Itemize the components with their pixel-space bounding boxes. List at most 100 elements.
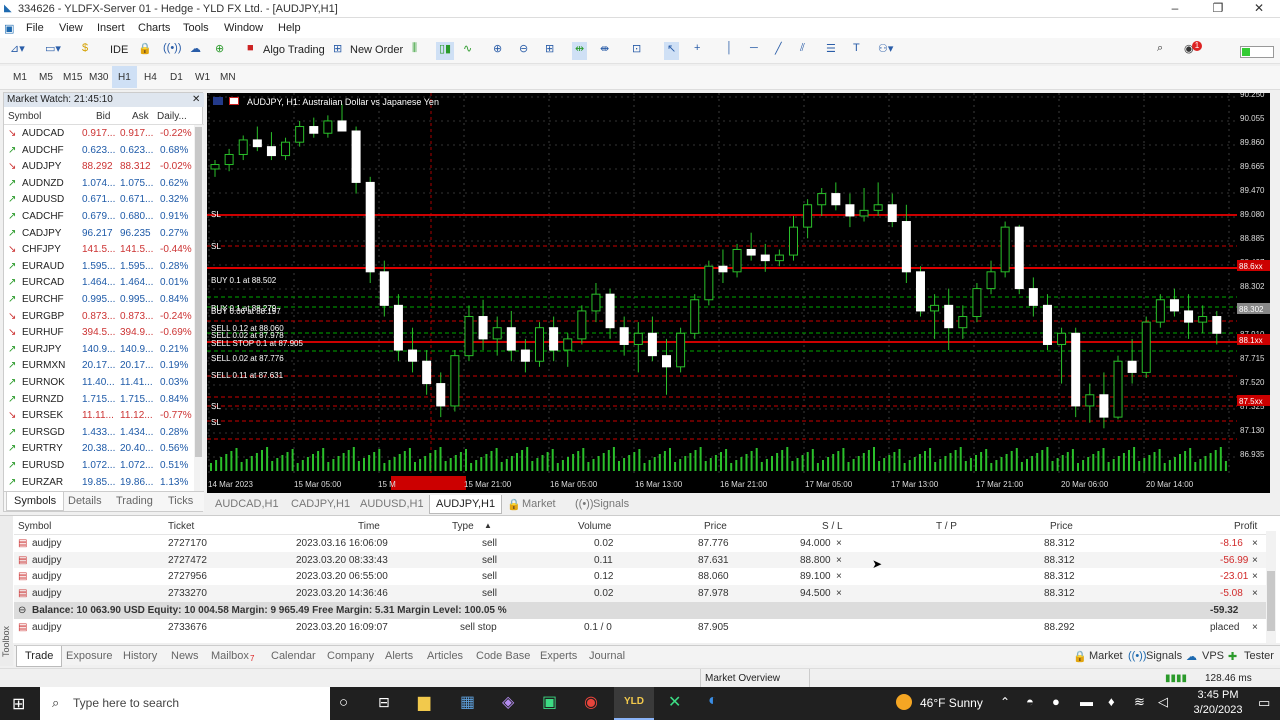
menu-insert[interactable]: Insert: [97, 22, 125, 34]
order-cancel-icon[interactable]: ×: [1252, 622, 1258, 633]
col-ask[interactable]: Ask: [132, 111, 149, 122]
tf-d1[interactable]: D1: [170, 72, 183, 83]
tab-ticks[interactable]: Ticks: [168, 495, 193, 507]
tf-m5[interactable]: M5: [39, 72, 53, 83]
task-view-icon[interactable]: ⊟: [378, 694, 390, 711]
th-profit[interactable]: Profit: [1234, 521, 1257, 532]
zoom-in-icon[interactable]: ⊕: [493, 42, 502, 60]
taskbar-search[interactable]: ⌕ Type here to search: [40, 687, 330, 720]
market-watch-row[interactable]: ↗ EURJPY 140.9... 140.9... 0.21%: [4, 342, 194, 359]
line-chart-icon[interactable]: ∿: [463, 42, 472, 60]
volume-icon[interactable]: ◁: [1158, 694, 1168, 710]
position-row[interactable]: ▤ audjpy 2727472 2023.03.20 08:33:43 sell 0.1…: [14, 551, 1266, 569]
tab-mailbox[interactable]: Mailbox: [211, 650, 249, 662]
pos-sl[interactable]: 88.800: [800, 555, 831, 566]
market-watch-row[interactable]: ↘ AUDCAD 0.917... 0.917... -0.22%: [4, 126, 194, 143]
app-icon-green[interactable]: ▣: [542, 692, 557, 712]
tf-m15[interactable]: M15: [63, 72, 82, 83]
menu-file[interactable]: File: [26, 22, 44, 34]
tab-alerts[interactable]: Alerts: [385, 650, 413, 662]
market-watch-row[interactable]: ↗ EURTRY 20.38... 20.40... 0.56%: [4, 441, 194, 458]
chart-tab-audjpy[interactable]: AUDJPY,H1: [429, 495, 503, 514]
th-symbol[interactable]: Symbol: [18, 521, 51, 532]
notification-center-icon[interactable]: ▭: [1258, 695, 1270, 711]
text-icon[interactable]: T: [853, 42, 860, 60]
market-watch-row[interactable]: ↗ EURZAR 19.85... 19.86... 1.13%: [4, 475, 194, 492]
col-symbol[interactable]: Symbol: [8, 111, 41, 122]
pos-sl[interactable]: 94.500: [800, 588, 831, 599]
chrome-icon[interactable]: ◉: [584, 692, 598, 712]
notes-app-icon[interactable]: ◈: [502, 692, 514, 712]
tab-news[interactable]: News: [171, 650, 199, 662]
grid-icon[interactable]: ⊞: [545, 42, 554, 60]
col-bid[interactable]: Bid: [96, 111, 110, 122]
position-row[interactable]: ▤ audjpy 2733270 2023.03.20 14:36:46 sell 0.0…: [14, 585, 1266, 602]
clock-time[interactable]: 3:45 PM: [1190, 689, 1246, 701]
market-overview[interactable]: Market Overview: [700, 669, 810, 688]
restore-button[interactable]: ❐: [1203, 1, 1233, 15]
tf-h4[interactable]: H4: [144, 72, 157, 83]
cloud-icon[interactable]: ☁: [190, 42, 201, 60]
tf-h1[interactable]: H1: [112, 66, 137, 88]
market-watch-row[interactable]: ↗ EURCHF 0.995... 0.995... 0.84%: [4, 292, 194, 309]
market-watch-row[interactable]: ↗ EURAUD 1.595... 1.595... 0.28%: [4, 259, 194, 276]
pos-sl[interactable]: 94.000: [800, 538, 831, 549]
market-watch-row[interactable]: ↘ CHFJPY 141.5... 141.5... -0.44%: [4, 242, 194, 259]
tray-drive-icon[interactable]: ▬: [1080, 694, 1093, 709]
tf-w1[interactable]: W1: [195, 72, 210, 83]
market-watch-row[interactable]: ↘ AUDJPY 88.292 88.312 -0.02%: [4, 159, 194, 176]
fibonacci-icon[interactable]: ☰: [826, 42, 836, 60]
menu-window[interactable]: Window: [224, 22, 263, 34]
app-icon-x[interactable]: ✕: [668, 692, 681, 712]
market-watch-row[interactable]: ↗ CADCHF 0.679... 0.680... 0.91%: [4, 209, 194, 226]
market-watch-row[interactable]: ↗ EURMXN 20.17... 20.17... 0.19%: [4, 358, 194, 375]
pending-order-row[interactable]: ▤ audjpy 2733676 2023.03.20 16:09:07 sel…: [14, 619, 1266, 636]
link-signals[interactable]: Signals: [1146, 650, 1182, 662]
shapes-icon[interactable]: ⚇▾: [878, 42, 893, 60]
position-row[interactable]: ▤ audjpy 2727956 2023.03.20 06:55:00 sell 0.1…: [14, 568, 1266, 585]
vertical-line-icon[interactable]: │: [726, 42, 733, 60]
pos-sl-clear-icon[interactable]: ×: [836, 571, 842, 582]
weather-text[interactable]: 46°F Sunny: [920, 696, 983, 710]
autoscroll-icon[interactable]: ⇹: [572, 42, 588, 60]
chart-tab-audcad[interactable]: AUDCAD,H1: [215, 498, 279, 510]
cursor-icon[interactable]: ↖: [664, 42, 680, 60]
market-watch-close-icon[interactable]: ✕: [192, 94, 200, 105]
tf-mn[interactable]: MN: [220, 72, 236, 83]
new-order-icon[interactable]: ⊞: [333, 42, 342, 60]
tab-exposure[interactable]: Exposure: [66, 650, 112, 662]
th-type[interactable]: Type: [452, 521, 474, 532]
clock-date[interactable]: 3/20/2023: [1190, 704, 1246, 716]
market-watch-row[interactable]: ↗ CADJPY 96.217 96.235 0.27%: [4, 226, 194, 243]
tab-calendar[interactable]: Calendar: [271, 650, 316, 662]
pos-close-icon[interactable]: ×: [1252, 571, 1258, 582]
channel-icon[interactable]: ⫽: [800, 42, 805, 60]
lock-icon[interactable]: 🔒: [138, 42, 152, 60]
algo-trading-icon[interactable]: ■: [247, 42, 254, 60]
ide-button[interactable]: IDE: [110, 44, 128, 56]
pos-sl[interactable]: 89.100: [800, 571, 831, 582]
cortana-icon[interactable]: ○: [339, 694, 348, 711]
signal-icon[interactable]: ((•)): [163, 42, 182, 60]
th-volume[interactable]: Volume: [578, 521, 611, 532]
menu-view[interactable]: View: [59, 22, 83, 34]
market-watch-row[interactable]: ↗ EURCAD 1.464... 1.464... 0.01%: [4, 275, 194, 292]
pos-close-icon[interactable]: ×: [1252, 538, 1258, 549]
screenshot-icon[interactable]: ⊡: [632, 42, 641, 60]
market-watch-row[interactable]: ↘ EURGBP 0.873... 0.873... -0.24%: [4, 309, 194, 326]
market-watch-row[interactable]: ↗ EURSGD 1.433... 1.434... 0.28%: [4, 425, 194, 442]
tab-details[interactable]: Details: [68, 495, 102, 507]
chart-tab-signals[interactable]: Signals: [593, 498, 629, 510]
edge-icon[interactable]: ◐: [708, 692, 718, 710]
th-sl[interactable]: S / L: [822, 521, 843, 532]
market-watch-row[interactable]: ↗ AUDUSD 0.671... 0.671... 0.32%: [4, 192, 194, 209]
chart-tab-cadjpy[interactable]: CADJPY,H1: [291, 498, 350, 510]
windows-start-icon[interactable]: ⊞: [12, 694, 25, 714]
search-icon[interactable]: ⌕: [1157, 42, 1163, 60]
chart-tab-audusd[interactable]: AUDUSD,H1: [360, 498, 424, 510]
link-vps[interactable]: VPS: [1202, 650, 1224, 662]
candlestick-icon[interactable]: ▯▮: [436, 42, 455, 60]
link-market[interactable]: Market: [1089, 650, 1123, 662]
new-chart-icon[interactable]: ⊿▾: [10, 42, 25, 60]
col-daily[interactable]: Daily...: [157, 111, 187, 122]
